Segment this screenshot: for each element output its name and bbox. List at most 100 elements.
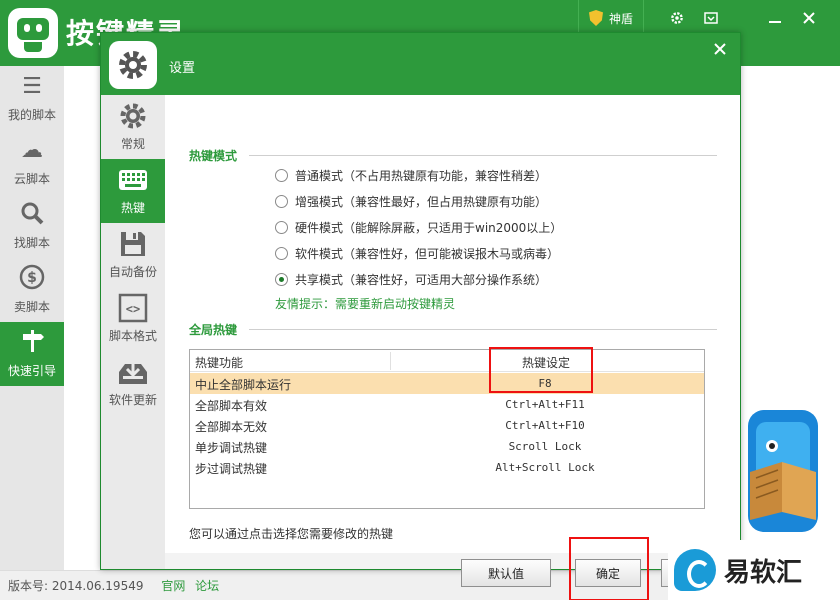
signpost-icon: [17, 328, 47, 358]
hotkey-mode-title: 热键模式: [189, 149, 238, 163]
hotkey-table: 热键功能 热键设定 中止全部脚本运行 F8 全部脚本有效 Ctrl+Alt+F1…: [189, 349, 705, 509]
robot-logo-icon: [8, 8, 58, 58]
gear-icon: [671, 12, 683, 24]
nav-item-label: 常规: [120, 137, 145, 151]
watermark-text: 易软汇: [724, 557, 803, 588]
sidebar-item-label: 卖脚本: [13, 300, 50, 314]
radio-button[interactable]: [275, 246, 288, 260]
nav-item-label: 软件更新: [108, 393, 157, 407]
settings-button[interactable]: [660, 0, 694, 36]
mascot-reading-image: [742, 408, 822, 538]
close-icon: [714, 43, 726, 55]
row-key: Scroll Lock: [508, 440, 582, 453]
list-icon: ☰: [22, 74, 42, 99]
dialog-close-button[interactable]: [714, 39, 726, 60]
dialog-nav: 常规 热键 自动备份 <> 脚本格式 软件更新: [101, 95, 173, 569]
sidebar-item-quick-guide[interactable]: 快速引导: [0, 322, 64, 386]
sidebar-item-find-scripts[interactable]: 找脚本: [0, 194, 64, 258]
shield-icon: [589, 10, 603, 26]
menu-icon: [704, 12, 718, 24]
sidebar-item-sell-scripts[interactable]: $ 卖脚本: [0, 258, 64, 322]
sidebar-item-my-scripts[interactable]: ☰ 我的脚本: [0, 66, 64, 130]
floppy-icon: [117, 228, 149, 260]
column-divider: [390, 352, 391, 370]
settings-dialog: 设置 常规 热键 自动备份 <> 脚本格式 软件更新 热键模式 普通模式（不占用…: [100, 32, 741, 600]
watermark-logo-icon: [674, 549, 716, 591]
menu-button[interactable]: [694, 0, 728, 36]
nav-item-general[interactable]: 常规: [101, 95, 165, 159]
nav-item-software-update[interactable]: 软件更新: [101, 351, 165, 415]
global-hotkeys-title: 全局热键: [189, 323, 238, 337]
nav-item-hotkey[interactable]: 热键: [101, 159, 173, 223]
row-function: 全部脚本无效: [195, 420, 268, 434]
forum-link[interactable]: 论坛: [195, 579, 219, 593]
default-button[interactable]: 默认值: [461, 559, 551, 587]
radio-enhanced-mode[interactable]: 增强模式（兼容性最好，但占用热键原有功能）: [275, 191, 547, 211]
close-button[interactable]: [792, 0, 826, 36]
row-function: 步过调试热键: [195, 462, 268, 476]
column-header-function[interactable]: 热键功能: [195, 354, 243, 371]
radio-normal-mode[interactable]: 普通模式（不占用热键原有功能，兼容性稍差）: [275, 165, 547, 185]
radio-label: 共享模式（兼容性好，可适用大部分操作系统）: [295, 272, 548, 287]
close-icon: [803, 12, 815, 24]
minimize-button[interactable]: [758, 0, 792, 36]
row-key: Alt+Scroll Lock: [495, 461, 595, 474]
table-row[interactable]: 单步调试热键 Scroll Lock: [190, 436, 704, 457]
code-icon: <>: [117, 292, 149, 324]
keyboard-icon: [117, 164, 149, 196]
dialog-title: 设置: [169, 61, 196, 76]
highlight-box: [489, 347, 593, 393]
sidebar-item-label: 快速引导: [7, 364, 56, 378]
download-icon: [117, 356, 149, 388]
cloud-icon: ☁: [21, 138, 43, 163]
nav-item-label: 自动备份: [108, 265, 157, 279]
sidebar-item-label: 云脚本: [13, 172, 50, 186]
table-header: 热键功能 热键设定: [190, 350, 704, 372]
table-row[interactable]: 步过调试热键 Alt+Scroll Lock: [190, 457, 704, 478]
shield-button[interactable]: 神盾: [578, 0, 645, 36]
shield-label: 神盾: [609, 11, 634, 26]
nav-item-auto-backup[interactable]: 自动备份: [101, 223, 165, 287]
restart-tip: 友情提示：需要重新启动按键精灵: [275, 297, 456, 311]
radio-button[interactable]: [275, 168, 288, 182]
radio-button[interactable]: [275, 194, 288, 208]
nav-item-label: 脚本格式: [108, 329, 157, 343]
radio-label: 普通模式（不占用热键原有功能，兼容性稍差）: [295, 168, 548, 183]
watermark: 易软汇: [668, 540, 840, 600]
main-sidebar: ☰ 我的脚本 ☁ 云脚本 找脚本 $ 卖脚本 快速引导: [0, 66, 64, 570]
sidebar-item-label: 找脚本: [13, 236, 50, 250]
row-key: Ctrl+Alt+F10: [505, 419, 585, 432]
hint-text: 您可以通过点击选择您需要修改的热键: [189, 527, 394, 541]
dialog-header: 设置: [101, 33, 740, 95]
section-divider: [249, 329, 717, 330]
radio-label: 增强模式（兼容性最好，但占用热键原有功能）: [295, 194, 548, 209]
minimize-icon: [769, 21, 781, 23]
nav-item-script-format[interactable]: <> 脚本格式: [101, 287, 165, 351]
dialog-body: 热键模式 普通模式（不占用热键原有功能，兼容性稍差） 增强模式（兼容性最好，但占…: [165, 95, 740, 600]
search-icon: [17, 200, 47, 230]
radio-software-mode[interactable]: 软件模式（兼容性好，但可能被误报木马或病毒）: [275, 243, 559, 263]
sidebar-item-cloud-scripts[interactable]: ☁ 云脚本: [0, 130, 64, 194]
nav-item-label: 热键: [120, 201, 145, 215]
radio-button[interactable]: [275, 220, 288, 234]
version-label: 版本号: 2014.06.19549: [8, 579, 144, 593]
section-divider: [249, 155, 717, 156]
table-row[interactable]: 中止全部脚本运行 F8: [190, 373, 704, 394]
row-function: 中止全部脚本运行: [195, 378, 292, 392]
gear-icon: [117, 100, 149, 132]
table-row[interactable]: 全部脚本无效 Ctrl+Alt+F10: [190, 415, 704, 436]
row-key: Ctrl+Alt+F11: [505, 398, 585, 411]
svg-text:$: $: [27, 270, 37, 286]
dollar-icon: $: [17, 264, 47, 294]
sidebar-item-label: 我的脚本: [7, 108, 56, 122]
hotkey-panel: 热键模式 普通模式（不占用热键原有功能，兼容性稍差） 增强模式（兼容性最好，但占…: [165, 95, 740, 553]
table-row[interactable]: 全部脚本有效 Ctrl+Alt+F11: [190, 394, 704, 415]
row-function: 全部脚本有效: [195, 399, 268, 413]
website-link[interactable]: 官网: [161, 579, 185, 593]
radio-hardware-mode[interactable]: 硬件模式（能解除屏蔽，只适用于win2000以上）: [275, 217, 562, 237]
radio-button[interactable]: [275, 272, 288, 286]
radio-shared-mode[interactable]: 共享模式（兼容性好，可适用大部分操作系统）: [275, 269, 547, 289]
highlight-box: [569, 537, 649, 600]
svg-text:<>: <>: [126, 302, 140, 316]
radio-label: 软件模式（兼容性好，但可能被误报木马或病毒）: [295, 246, 560, 261]
